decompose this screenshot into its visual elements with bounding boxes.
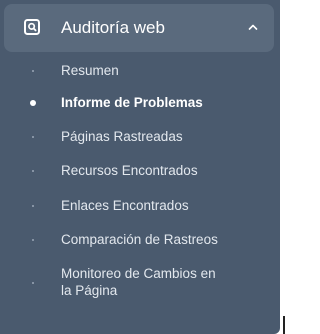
text-cursor <box>283 316 285 334</box>
section-title: Auditoría web <box>61 18 165 37</box>
sidebar-item-label: Páginas Rastreadas <box>61 129 183 144</box>
chevron-up-icon[interactable] <box>244 18 262 36</box>
sidebar-item-label-line2: la Página <box>61 283 118 298</box>
section-header-auditoria-web[interactable]: Auditoría web <box>4 4 274 52</box>
bullet-icon <box>32 205 34 207</box>
bullet-icon <box>32 239 34 241</box>
bullet-icon <box>32 170 34 172</box>
sidebar-item-enlaces-encontrados[interactable]: Enlaces Encontrados <box>0 197 280 215</box>
search-page-icon <box>24 19 40 35</box>
sidebar-item-label: Comparación de Rastreos <box>61 232 218 247</box>
sidebar-item-informe-de-problemas[interactable]: Informe de Problemas <box>0 94 280 112</box>
sidebar-item-label: Recursos Encontrados <box>61 163 198 178</box>
bullet-icon <box>32 70 34 72</box>
sidebar-item-paginas-rastreadas[interactable]: Páginas Rastreadas <box>0 128 280 146</box>
bullet-icon <box>30 100 36 106</box>
sidebar-item-comparacion-de-rastreos[interactable]: Comparación de Rastreos <box>0 231 280 249</box>
sidebar-item-label: Enlaces Encontrados <box>61 198 189 213</box>
sidebar-item-label-line1: Monitoreo de Cambios en <box>61 266 216 281</box>
sidebar-panel: Auditoría web Resumen Informe de Problem… <box>0 0 280 334</box>
bullet-icon <box>32 136 34 138</box>
sidebar-item-label: Informe de Problemas <box>61 95 203 110</box>
bullet-icon <box>32 282 34 284</box>
sidebar-item-monitoreo-de-cambios[interactable]: Monitoreo de Cambios en la Página <box>0 265 280 301</box>
sidebar-item-resumen[interactable]: Resumen <box>0 62 280 80</box>
sidebar-item-label: Resumen <box>61 63 119 78</box>
sidebar-item-recursos-encontrados[interactable]: Recursos Encontrados <box>0 162 280 180</box>
